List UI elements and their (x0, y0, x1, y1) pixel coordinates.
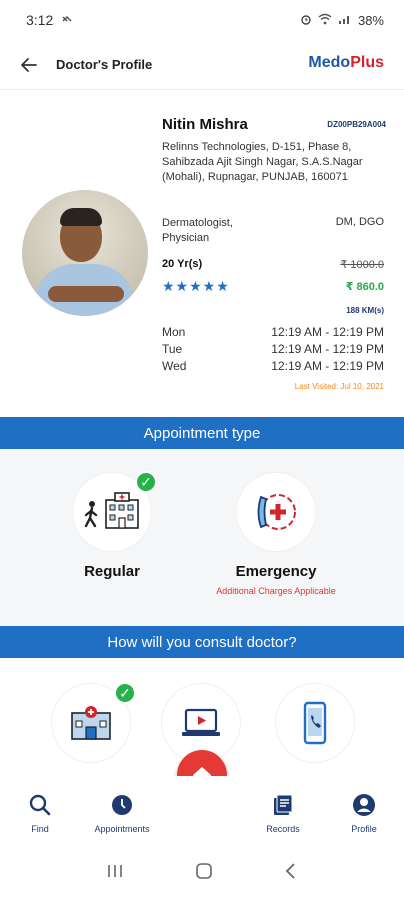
appointment-regular-option[interactable]: ✓ Regular (60, 471, 164, 580)
hospital-walk-icon (84, 492, 139, 529)
app-header: Doctor's Profile MedoPlus (0, 40, 404, 90)
schedule-row: Wed 12:19 AM - 12:19 PM (162, 358, 384, 375)
clinic-visit-icon (71, 706, 111, 740)
doctor-name: Nitin Mishra (162, 116, 248, 133)
back-button[interactable] (14, 50, 44, 80)
schedule-day: Mon (162, 325, 186, 339)
schedule-time: 12:19 AM - 12:19 PM (271, 342, 384, 356)
nav-profile[interactable]: Profile (324, 792, 404, 834)
signal-icon (338, 13, 352, 28)
bottom-navigation: Find Appointments Records Profile (0, 776, 404, 838)
original-fee: ₹ 1000.0 (340, 259, 384, 271)
phone-consult-icon (303, 701, 327, 745)
doctor-id: DZ00PB29A004 (327, 120, 386, 129)
brand-logo: MedoPlus (308, 54, 384, 72)
records-icon (274, 794, 293, 815)
regular-icon-circle: ✓ (73, 471, 157, 551)
schedule-row: Mon 12:19 AM - 12:19 PM (162, 324, 384, 341)
system-navigation-bar (0, 846, 404, 900)
consult-clinic-option[interactable]: ✓ (52, 682, 136, 762)
appointment-emergency-option[interactable]: Emergency Additional Charges Applicable (196, 473, 356, 596)
phone-icon-circle (276, 684, 354, 762)
nav-appointments-label: Appointments (94, 824, 150, 834)
schedule-row: Tue 12:19 AM - 12:19 PM (162, 341, 384, 358)
rating-stars: ★★★★★ (162, 278, 230, 294)
nav-records-label: Records (266, 824, 300, 834)
nav-find[interactable]: Find (0, 792, 80, 834)
consult-heading: How will you consult doctor? (0, 626, 404, 658)
schedule-time: 12:19 AM - 12:19 PM (271, 325, 384, 339)
discounted-fee: ₹ 860.0 (345, 281, 384, 293)
page-title: Doctor's Profile (56, 57, 153, 72)
doctor-qualification: DM, DGO (335, 216, 384, 228)
doctor-avatar (22, 190, 148, 316)
schedule-time: 12:19 AM - 12:19 PM (271, 359, 384, 373)
status-time: 3:12 (26, 12, 54, 28)
clinic-icon-circle: ✓ (52, 682, 136, 762)
schedule-day: Wed (162, 359, 187, 373)
wifi-icon (318, 13, 332, 28)
nav-appointments[interactable]: Appointments (82, 792, 162, 834)
selected-check-icon: ✓ (135, 471, 157, 493)
appointment-type-section: ✓ Regular Emergency Additional Charges A… (0, 449, 404, 626)
nav-profile-label: Profile (351, 824, 377, 834)
brand-medo: Medo (308, 54, 351, 71)
status-bar: 3:12 38% (0, 0, 404, 40)
specialization-line-1: Dermatologist, (162, 217, 233, 229)
alarm-icon (300, 13, 312, 28)
emergency-icon-circle (237, 473, 315, 551)
doctor-specialization: Dermatologist, Physician (162, 216, 272, 246)
schedule-list: Mon 12:19 AM - 12:19 PM Tue 12:19 AM - 1… (162, 324, 384, 375)
search-icon (29, 794, 51, 816)
doctor-distance: 188 KM(s) (346, 306, 384, 315)
battery-level: 38% (357, 12, 384, 28)
video-consult-icon (182, 708, 220, 736)
brand-plus: Plus (350, 54, 384, 71)
doctor-address: Relinns Technologies, D-151, Phase 8, Sa… (162, 141, 363, 183)
nav-records[interactable]: Records (243, 792, 323, 834)
emergency-charges-note: Additional Charges Applicable (216, 586, 336, 596)
appointment-type-heading: Appointment type (0, 417, 404, 449)
sync-icon (61, 12, 73, 28)
recent-apps-icon[interactable] (106, 863, 124, 884)
clock-icon (112, 795, 132, 815)
emergency-phone-icon (257, 494, 296, 530)
consult-phone-option[interactable] (276, 684, 354, 762)
arrow-left-icon (21, 57, 37, 72)
last-visited: Last Visited: Jul 10, 2021 (294, 382, 384, 391)
nav-find-label: Find (31, 824, 49, 834)
specialization-line-2: Physician (162, 232, 210, 244)
system-home-icon[interactable] (195, 862, 213, 885)
schedule-day: Tue (162, 342, 183, 356)
doctor-experience: 20 Yr(s) (162, 258, 203, 270)
system-back-icon[interactable] (284, 862, 298, 885)
emergency-label: Emergency (235, 563, 317, 580)
selected-check-icon: ✓ (114, 682, 136, 704)
profile-icon (353, 794, 375, 816)
regular-label: Regular (84, 563, 140, 580)
doctor-profile-card: Nitin Mishra DZ00PB29A004 Relinns Techno… (0, 90, 404, 416)
